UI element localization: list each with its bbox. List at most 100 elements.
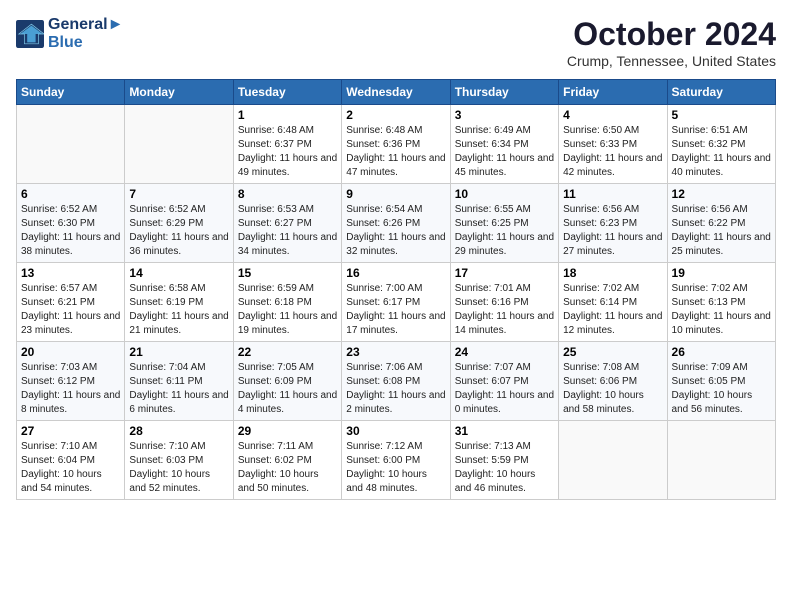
day-number: 25 [563, 345, 662, 359]
day-number: 23 [346, 345, 445, 359]
calendar-week-row: 27Sunrise: 7:10 AMSunset: 6:04 PMDayligh… [17, 421, 776, 500]
calendar-cell: 30 Sunrise: 7:12 AMSunset: 6:00 PMDayligh… [342, 421, 450, 500]
calendar-week-row: 20 Sunrise: 7:03 AMSunset: 6:12 PMDayligh… [17, 342, 776, 421]
day-number: 14 [129, 266, 228, 280]
calendar-week-row: 6Sunrise: 6:52 AMSunset: 6:30 PMDaylight… [17, 184, 776, 263]
day-info: Sunrise: 6:53 AMSunset: 6:27 PMDaylight:… [238, 203, 337, 259]
day-info: Sunrise: 7:03 AMSunset: 6:12 PMDaylight:… [21, 361, 120, 417]
day-info: Sunrise: 7:04 AMSunset: 6:11 PMDaylight:… [129, 361, 228, 417]
weekday-header: Thursday [450, 80, 558, 105]
calendar-cell: 23 Sunrise: 7:06 AMSunset: 6:08 PMDayligh… [342, 342, 450, 421]
calendar-cell: 29 Sunrise: 7:11 AMSunset: 6:02 PMDayligh… [233, 421, 341, 500]
day-number: 31 [455, 424, 554, 438]
calendar-cell: 6Sunrise: 6:52 AMSunset: 6:30 PMDaylight… [17, 184, 125, 263]
day-number: 22 [238, 345, 337, 359]
day-info: Sunrise: 6:48 AMSunset: 6:36 PMDaylight:… [346, 124, 445, 180]
calendar-cell: 13Sunrise: 6:57 AMSunset: 6:21 PMDayligh… [17, 263, 125, 342]
calendar-cell: 5Sunrise: 6:51 AMSunset: 6:32 PMDaylight… [667, 105, 775, 184]
day-info: Sunrise: 7:09 AMSunset: 6:05 PMDaylight:… [672, 361, 771, 417]
day-info: Sunrise: 7:08 AMSunset: 6:06 PMDaylight:… [563, 361, 662, 417]
calendar-cell: 25 Sunrise: 7:08 AMSunset: 6:06 PMDayligh… [559, 342, 667, 421]
day-info: Sunrise: 6:52 AMSunset: 6:29 PMDaylight:… [129, 203, 228, 259]
day-number: 29 [238, 424, 337, 438]
weekday-header: Wednesday [342, 80, 450, 105]
day-number: 9 [346, 187, 445, 201]
logo-text: General► Blue [48, 16, 123, 52]
day-info: Sunrise: 7:10 AMSunset: 6:03 PMDaylight:… [129, 440, 228, 496]
day-info: Sunrise: 6:48 AMSunset: 6:37 PMDaylight:… [238, 124, 337, 180]
day-info: Sunrise: 6:56 AMSunset: 6:23 PMDaylight:… [563, 203, 662, 259]
day-info: Sunrise: 7:00 AMSunset: 6:17 PMDaylight:… [346, 282, 445, 338]
day-number: 30 [346, 424, 445, 438]
calendar-cell: 21 Sunrise: 7:04 AMSunset: 6:11 PMDayligh… [125, 342, 233, 421]
day-info: Sunrise: 7:06 AMSunset: 6:08 PMDaylight:… [346, 361, 445, 417]
day-number: 20 [21, 345, 120, 359]
day-info: Sunrise: 7:02 AMSunset: 6:13 PMDaylight:… [672, 282, 771, 338]
calendar-cell [17, 105, 125, 184]
calendar-body: 1 Sunrise: 6:48 AMSunset: 6:37 PMDaylight… [17, 105, 776, 500]
day-info: Sunrise: 6:58 AMSunset: 6:19 PMDaylight:… [129, 282, 228, 338]
calendar-cell: 3Sunrise: 6:49 AMSunset: 6:34 PMDaylight… [450, 105, 558, 184]
day-number: 8 [238, 187, 337, 201]
day-info: Sunrise: 7:13 AMSunset: 5:59 PMDaylight:… [455, 440, 554, 496]
weekday-header: Tuesday [233, 80, 341, 105]
day-number: 26 [672, 345, 771, 359]
title-block: October 2024 Crump, Tennessee, United St… [567, 16, 776, 69]
page-header: General► Blue October 2024 Crump, Tennes… [16, 16, 776, 69]
weekday-header: Sunday [17, 80, 125, 105]
day-info: Sunrise: 7:11 AMSunset: 6:02 PMDaylight:… [238, 440, 337, 496]
calendar-cell: 26 Sunrise: 7:09 AMSunset: 6:05 PMDayligh… [667, 342, 775, 421]
day-number: 16 [346, 266, 445, 280]
calendar-cell: 4Sunrise: 6:50 AMSunset: 6:33 PMDaylight… [559, 105, 667, 184]
day-number: 17 [455, 266, 554, 280]
calendar-cell: 9 Sunrise: 6:54 AMSunset: 6:26 PMDaylight… [342, 184, 450, 263]
day-number: 13 [21, 266, 120, 280]
day-number: 5 [672, 108, 771, 122]
day-number: 27 [21, 424, 120, 438]
calendar-cell: 22 Sunrise: 7:05 AMSunset: 6:09 PMDayligh… [233, 342, 341, 421]
calendar-cell: 17Sunrise: 7:01 AMSunset: 6:16 PMDayligh… [450, 263, 558, 342]
day-info: Sunrise: 6:59 AMSunset: 6:18 PMDaylight:… [238, 282, 337, 338]
day-info: Sunrise: 6:55 AMSunset: 6:25 PMDaylight:… [455, 203, 554, 259]
day-info: Sunrise: 6:54 AMSunset: 6:26 PMDaylight:… [346, 203, 445, 259]
calendar-cell: 14 Sunrise: 6:58 AMSunset: 6:19 PMDayligh… [125, 263, 233, 342]
calendar-table: SundayMondayTuesdayWednesdayThursdayFrid… [16, 79, 776, 500]
calendar-cell [125, 105, 233, 184]
day-info: Sunrise: 7:05 AMSunset: 6:09 PMDaylight:… [238, 361, 337, 417]
calendar-cell: 18Sunrise: 7:02 AMSunset: 6:14 PMDayligh… [559, 263, 667, 342]
location-subtitle: Crump, Tennessee, United States [567, 53, 776, 69]
calendar-week-row: 13Sunrise: 6:57 AMSunset: 6:21 PMDayligh… [17, 263, 776, 342]
day-number: 28 [129, 424, 228, 438]
day-number: 1 [238, 108, 337, 122]
logo: General► Blue [16, 16, 123, 52]
day-number: 24 [455, 345, 554, 359]
calendar-header: SundayMondayTuesdayWednesdayThursdayFrid… [17, 80, 776, 105]
calendar-cell: 15Sunrise: 6:59 AMSunset: 6:18 PMDayligh… [233, 263, 341, 342]
calendar-week-row: 1 Sunrise: 6:48 AMSunset: 6:37 PMDaylight… [17, 105, 776, 184]
day-number: 2 [346, 108, 445, 122]
day-number: 10 [455, 187, 554, 201]
calendar-cell: 19Sunrise: 7:02 AMSunset: 6:13 PMDayligh… [667, 263, 775, 342]
month-title: October 2024 [567, 16, 776, 53]
day-number: 18 [563, 266, 662, 280]
weekday-header: Friday [559, 80, 667, 105]
day-info: Sunrise: 7:12 AMSunset: 6:00 PMDaylight:… [346, 440, 445, 496]
calendar-cell: 24 Sunrise: 7:07 AMSunset: 6:07 PMDayligh… [450, 342, 558, 421]
calendar-cell: 20 Sunrise: 7:03 AMSunset: 6:12 PMDayligh… [17, 342, 125, 421]
day-info: Sunrise: 7:07 AMSunset: 6:07 PMDaylight:… [455, 361, 554, 417]
calendar-cell: 1 Sunrise: 6:48 AMSunset: 6:37 PMDaylight… [233, 105, 341, 184]
day-info: Sunrise: 6:52 AMSunset: 6:30 PMDaylight:… [21, 203, 120, 259]
calendar-cell: 11Sunrise: 6:56 AMSunset: 6:23 PMDayligh… [559, 184, 667, 263]
weekday-header: Monday [125, 80, 233, 105]
weekday-header: Saturday [667, 80, 775, 105]
logo-icon [16, 20, 44, 48]
weekday-header-row: SundayMondayTuesdayWednesdayThursdayFrid… [17, 80, 776, 105]
day-number: 3 [455, 108, 554, 122]
day-number: 21 [129, 345, 228, 359]
calendar-cell: 12Sunrise: 6:56 AMSunset: 6:22 PMDayligh… [667, 184, 775, 263]
calendar-cell: 27Sunrise: 7:10 AMSunset: 6:04 PMDayligh… [17, 421, 125, 500]
calendar-cell [667, 421, 775, 500]
calendar-cell [559, 421, 667, 500]
calendar-cell: 8 Sunrise: 6:53 AMSunset: 6:27 PMDaylight… [233, 184, 341, 263]
calendar-cell: 31 Sunrise: 7:13 AMSunset: 5:59 PMDayligh… [450, 421, 558, 500]
